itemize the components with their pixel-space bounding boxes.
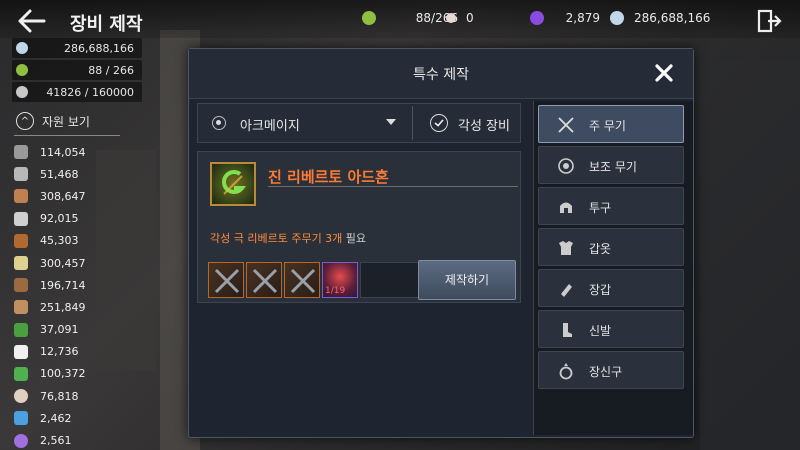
stat-weight: 41826 / 160000 <box>12 82 142 102</box>
stat-fragment: 88 / 266 <box>12 60 142 80</box>
orb-weapon-icon <box>558 158 574 174</box>
boots-icon <box>563 323 572 337</box>
top-resource-silver: 286,688,166 <box>610 8 710 28</box>
crossed-swords-icon <box>558 117 574 133</box>
ore-icon <box>14 145 28 160</box>
ring-icon <box>559 363 573 380</box>
bottle-icon <box>14 256 28 271</box>
helmet-icon <box>560 202 572 213</box>
list-item: 100,372 <box>14 363 134 385</box>
list-item: 2,462 <box>14 407 134 429</box>
top-resource-purple-gem: 2,879 <box>530 8 600 28</box>
list-item: 251,849 <box>14 296 134 318</box>
material-slot[interactable] <box>208 262 244 298</box>
chevron-up-icon: ^ <box>16 112 34 130</box>
feather-icon <box>14 211 28 226</box>
resource-view-toggle[interactable]: ^ 자원 보기 <box>16 112 90 130</box>
list-item: 92,015 <box>14 208 134 230</box>
top-resource-pearl: 0 <box>446 8 474 28</box>
item-name: 진 리베르토 아드혼 <box>268 168 389 186</box>
category-helmet[interactable]: 투구 <box>538 187 684 225</box>
list-item: 12,736 <box>14 341 134 363</box>
list-item: 300,457 <box>14 252 134 274</box>
plant-icon <box>14 366 28 381</box>
list-item: 196,714 <box>14 274 134 296</box>
cotton-icon <box>14 344 28 359</box>
modal-title: 특수 제작 <box>413 67 469 83</box>
material-slot-orb[interactable]: 1/19 <box>322 262 358 298</box>
crossed-swords-icon <box>290 268 316 294</box>
exit-door-icon[interactable] <box>756 8 782 34</box>
armor-icon <box>559 241 573 255</box>
close-icon[interactable] <box>653 62 675 84</box>
item-rune-icon[interactable] <box>210 162 256 206</box>
crossed-swords-icon <box>214 268 240 294</box>
list-item: 2,561 <box>14 429 134 450</box>
list-item: 51,468 <box>14 163 134 185</box>
list-item: 37,091 <box>14 319 134 341</box>
category-sub-weapon[interactable]: 보조 무기 <box>538 146 684 184</box>
category-main-weapon[interactable]: 주 무기 <box>538 105 684 143</box>
material-count: 1/19 <box>325 286 346 296</box>
list-item: 45,303 <box>14 230 134 252</box>
awaken-equipment-checkbox[interactable]: 각성 장비 <box>422 104 522 142</box>
material-slot[interactable] <box>284 262 320 298</box>
category-armor[interactable]: 갑옷 <box>538 228 684 266</box>
craft-button[interactable]: 제작하기 <box>418 260 516 300</box>
category-accessory[interactable]: 장신구 <box>538 351 684 389</box>
material-slot[interactable] <box>246 262 282 298</box>
background-shadow <box>700 60 800 450</box>
silver-coin-icon <box>16 42 28 54</box>
resource-divider <box>14 135 120 136</box>
egg-icon <box>14 389 28 404</box>
caret-down-icon <box>386 119 396 125</box>
side-stats: 286,688,166 88 / 266 41826 / 160000 <box>12 38 142 104</box>
orb-icon <box>14 433 28 448</box>
requirement-text: 각성 극 리베르토 주무기 3개 필요 <box>210 232 367 245</box>
stat-silver: 286,688,166 <box>12 38 142 58</box>
category-gloves[interactable]: 장갑 <box>538 269 684 307</box>
special-craft-modal: 특수 제작 아크메이지 각성 장비 진 리베르토 아드혼 각성 극 리베르토 주… <box>188 48 694 438</box>
check-circle-icon <box>430 114 448 132</box>
log-icon <box>14 233 28 248</box>
divider <box>412 106 413 140</box>
list-item: 114,054 <box>14 141 134 163</box>
wood-plank-icon <box>14 189 28 204</box>
back-arrow-icon[interactable] <box>16 8 46 34</box>
category-boots[interactable]: 신발 <box>538 310 684 348</box>
gloves-icon <box>561 284 572 297</box>
silver-coin-icon <box>610 11 624 25</box>
leather-icon <box>14 278 28 293</box>
class-dropdown[interactable]: 아크메이지 <box>198 104 412 142</box>
filter-bar: 아크메이지 각성 장비 <box>197 103 521 143</box>
weight-icon <box>16 86 28 98</box>
page-title: 장비 제작 <box>70 14 143 35</box>
bone-icon <box>14 300 28 315</box>
herb-icon <box>14 322 28 337</box>
radio-icon <box>212 116 226 130</box>
fragment-icon <box>16 64 28 76</box>
purple-gem-icon <box>530 11 544 25</box>
fragment-icon <box>362 11 376 25</box>
list-item: 308,647 <box>14 185 134 207</box>
modal-header: 특수 제작 <box>189 49 693 99</box>
crystal-icon <box>14 411 28 426</box>
top-resource-fragment: 88/266 <box>362 8 458 28</box>
list-item: 76,818 <box>14 385 134 407</box>
resource-list: 114,054 51,468 308,647 92,015 45,303 300… <box>14 141 134 450</box>
name-underline <box>268 186 518 187</box>
craft-item-card: 진 리베르토 아드혼 각성 극 리베르토 주무기 3개 필요 1/19 제작하기 <box>197 151 521 303</box>
pearl-icon <box>446 13 456 23</box>
material-slots: 1/19 <box>208 262 434 298</box>
crossed-swords-icon <box>252 268 278 294</box>
stone-icon <box>14 167 28 182</box>
category-panel: 주 무기 보조 무기 투구 갑옷 장갑 신발 장신구 <box>533 101 693 435</box>
